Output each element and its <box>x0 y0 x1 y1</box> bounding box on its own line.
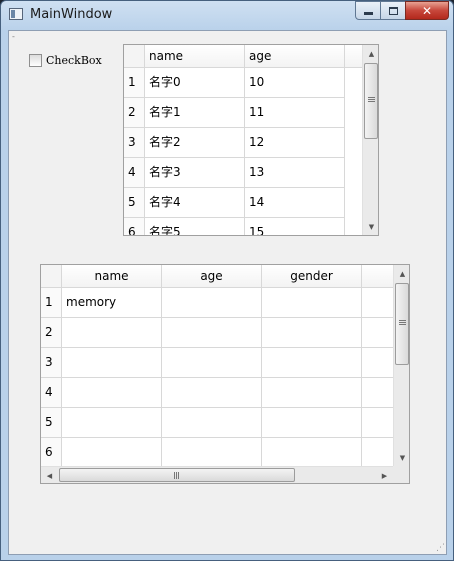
close-button[interactable]: ✕ <box>405 1 449 20</box>
checkbox-box[interactable] <box>29 54 42 67</box>
table-bottom-header-filler <box>362 265 394 288</box>
row-header[interactable]: 2 <box>41 318 62 348</box>
cell-filler <box>362 408 394 438</box>
cell-filler <box>362 438 394 468</box>
cell-name[interactable] <box>62 348 162 378</box>
grip-icon <box>368 99 375 100</box>
table-top: name age 1 名字0 10 2 名字1 11 3 名字2 12 4 名字… <box>123 44 379 236</box>
row-header[interactable]: 3 <box>41 348 62 378</box>
cell-filler <box>362 348 394 378</box>
app-window-icon[interactable] <box>9 8 23 20</box>
row-header[interactable]: 6 <box>41 438 62 468</box>
table-bottom: name age gender 1 memory 2 3 4 5 6 ▲ ▼ ◀… <box>40 264 410 484</box>
table-bottom-horizontal-scrollbar[interactable]: ◀ ▶ <box>41 466 393 483</box>
title-bar[interactable]: MainWindow ✕ <box>1 1 453 29</box>
row-header[interactable]: 1 <box>41 288 62 318</box>
maximize-icon <box>388 6 398 15</box>
row-header[interactable]: 4 <box>124 158 145 188</box>
cell-gender[interactable] <box>262 378 362 408</box>
grip-icon <box>399 324 406 325</box>
cell-age[interactable] <box>162 348 262 378</box>
row-header[interactable]: 5 <box>41 408 62 438</box>
cell-gender[interactable] <box>262 348 362 378</box>
table-top-header-filler <box>345 45 363 68</box>
table-top-header-name[interactable]: name <box>145 45 245 68</box>
cell-age[interactable]: 13 <box>245 158 345 188</box>
cell-filler <box>362 378 394 408</box>
grip-icon <box>174 472 175 479</box>
cell-age[interactable]: 12 <box>245 128 345 158</box>
caption-buttons: ✕ <box>355 1 449 20</box>
cell-name[interactable]: 名字3 <box>145 158 245 188</box>
cell-age[interactable]: 15 <box>245 218 345 235</box>
maximize-button[interactable] <box>380 1 406 20</box>
scroll-left-arrow-icon[interactable]: ◀ <box>41 467 58 483</box>
row-header[interactable]: 5 <box>124 188 145 218</box>
table-bottom-header-name[interactable]: name <box>62 265 162 288</box>
cell-age[interactable] <box>162 318 262 348</box>
cell-filler <box>362 318 394 348</box>
row-header[interactable]: 6 <box>124 218 145 235</box>
scroll-up-arrow-icon[interactable]: ▲ <box>363 45 378 62</box>
table-top-corner[interactable] <box>124 45 145 68</box>
row-header[interactable]: 4 <box>41 378 62 408</box>
grip-icon <box>368 97 375 98</box>
grip-icon <box>178 472 179 479</box>
cell-name[interactable] <box>62 438 162 468</box>
checkbox[interactable]: CheckBox <box>29 54 102 67</box>
checkbox-label[interactable]: CheckBox <box>46 54 102 67</box>
grip-icon <box>176 472 177 479</box>
cell-name[interactable]: 名字5 <box>145 218 245 235</box>
table-bottom-header-gender[interactable]: gender <box>262 265 362 288</box>
window-title: MainWindow <box>30 7 113 22</box>
table-bottom-header-age[interactable]: age <box>162 265 262 288</box>
scroll-thumb[interactable] <box>364 63 378 139</box>
row-header[interactable]: 3 <box>124 128 145 158</box>
scroll-down-arrow-icon[interactable]: ▼ <box>394 449 409 466</box>
cell-gender[interactable] <box>262 408 362 438</box>
cell-age[interactable] <box>162 408 262 438</box>
table-top-header-age[interactable]: age <box>245 45 345 68</box>
cell-filler <box>362 288 394 318</box>
cell-name[interactable] <box>62 318 162 348</box>
cell-gender[interactable] <box>262 318 362 348</box>
menu-bar-stub[interactable]: - <box>12 32 15 41</box>
scroll-corner <box>393 466 409 483</box>
scroll-down-arrow-icon[interactable]: ▼ <box>363 218 378 235</box>
scroll-thumb[interactable] <box>395 283 409 365</box>
scroll-up-arrow-icon[interactable]: ▲ <box>394 265 409 282</box>
cell-name[interactable]: 名字2 <box>145 128 245 158</box>
row-header[interactable]: 1 <box>124 68 145 98</box>
row-header[interactable]: 2 <box>124 98 145 128</box>
table-bottom-vertical-scrollbar[interactable]: ▲ ▼ <box>393 265 409 466</box>
scroll-thumb[interactable] <box>59 468 295 482</box>
scroll-right-arrow-icon[interactable]: ▶ <box>376 467 393 483</box>
cell-age[interactable]: 10 <box>245 68 345 98</box>
cell-name[interactable]: 名字0 <box>145 68 245 98</box>
minimize-button[interactable] <box>355 1 381 20</box>
table-top-vertical-scrollbar[interactable]: ▲ ▼ <box>362 45 378 235</box>
cell-age[interactable] <box>162 378 262 408</box>
cell-name[interactable]: memory <box>62 288 162 318</box>
cell-age[interactable] <box>162 288 262 318</box>
minimize-icon <box>363 12 373 15</box>
grip-icon <box>399 320 406 321</box>
cell-name[interactable] <box>62 408 162 438</box>
main-window: MainWindow ✕ - CheckBox name age 1 名字0 1… <box>0 0 454 561</box>
grip-icon <box>368 101 375 102</box>
size-grip-icon[interactable]: ⋰ <box>436 544 445 553</box>
table-bottom-corner[interactable] <box>41 265 62 288</box>
cell-age[interactable]: 11 <box>245 98 345 128</box>
cell-gender[interactable] <box>262 438 362 468</box>
grip-icon <box>399 322 406 323</box>
central-widget: - CheckBox name age 1 名字0 10 2 名字1 11 3 <box>8 30 447 555</box>
close-icon: ✕ <box>421 3 433 18</box>
cell-age[interactable]: 14 <box>245 188 345 218</box>
cell-name[interactable]: 名字4 <box>145 188 245 218</box>
cell-age[interactable] <box>162 438 262 468</box>
cell-name[interactable]: 名字1 <box>145 98 245 128</box>
cell-gender[interactable] <box>262 288 362 318</box>
cell-name[interactable] <box>62 378 162 408</box>
